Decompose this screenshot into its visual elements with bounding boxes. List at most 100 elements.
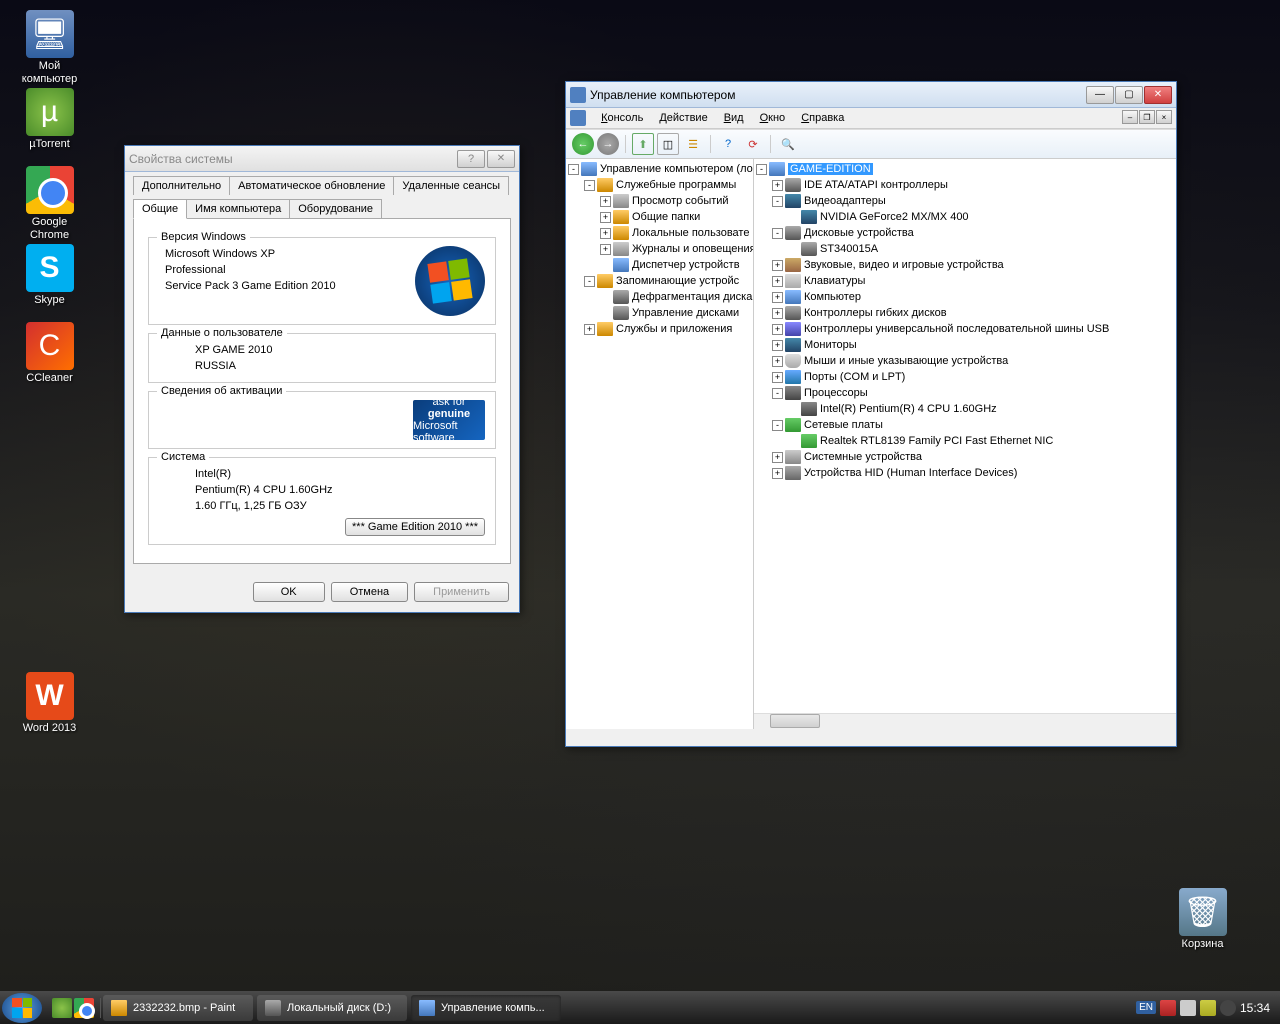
expand-toggle[interactable]: +	[772, 356, 783, 367]
language-indicator[interactable]: EN	[1136, 1001, 1156, 1014]
expand-toggle[interactable]: +	[772, 276, 783, 287]
expand-toggle[interactable]: +	[772, 372, 783, 383]
game-edition-button[interactable]: *** Game Edition 2010 ***	[345, 518, 485, 536]
tree-item[interactable]: Intel(R) Pentium(R) 4 CPU 1.60GHz	[756, 401, 1174, 417]
tree-item[interactable]: +Контроллеры универсальной последователь…	[756, 321, 1174, 337]
expand-toggle[interactable]: +	[772, 308, 783, 319]
left-tree-pane[interactable]: -Управление компьютером (ло-Служебные пр…	[566, 159, 754, 729]
expand-toggle[interactable]: -	[772, 388, 783, 399]
expand-toggle[interactable]: -	[584, 180, 595, 191]
tree-item[interactable]: +Мыши и иные указывающие устройства	[756, 353, 1174, 369]
desktop[interactable]: 🖥МойкомпьютерµµTorrent GoogleChromeSSkype…	[0, 0, 1280, 991]
tab-Удаленные сеансы[interactable]: Удаленные сеансы	[393, 176, 509, 195]
mdi-close[interactable]: ×	[1156, 110, 1172, 124]
tab-Общие[interactable]: Общие	[133, 199, 187, 219]
sysprops-titlebar[interactable]: Свойства системы ? ✕	[125, 146, 519, 172]
close-button[interactable]: ✕	[1144, 86, 1172, 104]
menu-Консоль[interactable]: Консоль	[593, 110, 651, 126]
tree-item[interactable]: Диспетчер устройств	[568, 257, 751, 273]
menu-Вид[interactable]: Вид	[716, 110, 752, 126]
mdi-restore[interactable]: ❐	[1139, 110, 1155, 124]
tree-item[interactable]: +IDE ATA/ATAPI контроллеры	[756, 177, 1174, 193]
task-localdisk[interactable]: Локальный диск (D:)	[257, 995, 407, 1021]
minimize-button[interactable]: —	[1086, 86, 1114, 104]
tree-item[interactable]: +Порты (COM и LPT)	[756, 369, 1174, 385]
task-paint[interactable]: 2332232.bmp - Paint	[103, 995, 253, 1021]
apply-button[interactable]: Применить	[414, 582, 509, 602]
desktop-icon-ccleaner[interactable]: CCCleaner	[12, 322, 87, 385]
close-button[interactable]: ✕	[487, 150, 515, 168]
tree-item[interactable]: +Просмотр событий	[568, 193, 751, 209]
tray-volume-icon[interactable]	[1180, 1000, 1196, 1016]
expand-toggle[interactable]: +	[772, 180, 783, 191]
start-button[interactable]	[2, 993, 42, 1023]
mgmt-titlebar[interactable]: Управление компьютером — ▢ ✕	[566, 82, 1176, 108]
mdi-minimize[interactable]: –	[1122, 110, 1138, 124]
tree-item[interactable]: +Общие папки	[568, 209, 751, 225]
expand-toggle[interactable]: +	[600, 212, 611, 223]
tree-item[interactable]: +Компьютер	[756, 289, 1174, 305]
expand-toggle[interactable]: +	[600, 228, 611, 239]
tree-item[interactable]: NVIDIA GeForce2 MX/MX 400	[756, 209, 1174, 225]
expand-toggle[interactable]: +	[772, 468, 783, 479]
help-button[interactable]: ?	[457, 150, 485, 168]
cancel-button[interactable]: Отмена	[331, 582, 408, 602]
desktop-icon-utorrent[interactable]: µµTorrent	[12, 88, 87, 151]
help-toolbar-button[interactable]: ?	[717, 133, 739, 155]
tree-item[interactable]: -Управление компьютером (ло	[568, 161, 751, 177]
tree-item[interactable]: -GAME-EDITION	[756, 161, 1174, 177]
expand-toggle[interactable]: +	[600, 244, 611, 255]
tray-misc-icon[interactable]	[1220, 1000, 1236, 1016]
tree-item[interactable]: +Звуковые, видео и игровые устройства	[756, 257, 1174, 273]
tab-Автоматическое обновление[interactable]: Автоматическое обновление	[229, 176, 394, 195]
expand-toggle[interactable]: +	[772, 324, 783, 335]
expand-toggle[interactable]: -	[756, 164, 767, 175]
tree-item[interactable]: -Процессоры	[756, 385, 1174, 401]
tray-network-icon[interactable]	[1200, 1000, 1216, 1016]
refresh-button[interactable]: ⟳	[742, 133, 764, 155]
tray-shield-icon[interactable]	[1160, 1000, 1176, 1016]
tree-item[interactable]: +Контроллеры гибких дисков	[756, 305, 1174, 321]
right-tree-pane[interactable]: -GAME-EDITION+IDE ATA/ATAPI контроллеры-…	[754, 159, 1176, 729]
tree-item[interactable]: +Устройства HID (Human Interface Devices…	[756, 465, 1174, 481]
expand-toggle[interactable]: -	[568, 164, 579, 175]
tree-item[interactable]: +Локальные пользовате	[568, 225, 751, 241]
ql-utorrent[interactable]	[52, 998, 72, 1018]
ok-button[interactable]: OK	[253, 582, 325, 602]
tab-Имя компьютера[interactable]: Имя компьютера	[186, 199, 290, 218]
properties-button[interactable]: ☰	[682, 133, 704, 155]
expand-toggle[interactable]: +	[600, 196, 611, 207]
tree-item[interactable]: Управление дисками	[568, 305, 751, 321]
tab-Оборудование[interactable]: Оборудование	[289, 199, 382, 218]
back-button[interactable]: ←	[572, 133, 594, 155]
expand-toggle[interactable]: +	[772, 340, 783, 351]
desktop-icon-skype[interactable]: SSkype	[12, 244, 87, 307]
scrollbar-horizontal[interactable]	[754, 713, 1176, 729]
forward-button[interactable]: →	[597, 133, 619, 155]
expand-toggle[interactable]: -	[772, 420, 783, 431]
tree-item[interactable]: -Видеоадаптеры	[756, 193, 1174, 209]
desktop-icon-word2013[interactable]: WWord 2013	[12, 672, 87, 735]
tree-item[interactable]: -Дисковые устройства	[756, 225, 1174, 241]
ql-chrome[interactable]	[74, 998, 94, 1018]
menu-Справка[interactable]: Справка	[793, 110, 852, 126]
tree-item[interactable]: +Мониторы	[756, 337, 1174, 353]
expand-toggle[interactable]: +	[772, 260, 783, 271]
clock[interactable]: 15:34	[1240, 1001, 1270, 1015]
expand-toggle[interactable]: +	[772, 292, 783, 303]
tree-item[interactable]: +Журналы и оповещения	[568, 241, 751, 257]
menu-Действие[interactable]: Действие	[651, 110, 715, 126]
tab-Дополнительно[interactable]: Дополнительно	[133, 176, 230, 195]
tree-item[interactable]: Дефрагментация диска	[568, 289, 751, 305]
tree-item[interactable]: +Системные устройства	[756, 449, 1174, 465]
expand-toggle[interactable]: -	[772, 196, 783, 207]
menu-Окно[interactable]: Окно	[752, 110, 794, 126]
desktop-icon-google-chrome[interactable]: GoogleChrome	[12, 166, 87, 242]
expand-toggle[interactable]: -	[772, 228, 783, 239]
expand-toggle[interactable]: -	[584, 276, 595, 287]
tree-item[interactable]: +Службы и приложения	[568, 321, 751, 337]
tree-item[interactable]: -Служебные программы	[568, 177, 751, 193]
up-button[interactable]: ⬆	[632, 133, 654, 155]
maximize-button[interactable]: ▢	[1115, 86, 1143, 104]
desktop-icon-my-computer[interactable]: 🖥Мойкомпьютер	[12, 10, 87, 86]
